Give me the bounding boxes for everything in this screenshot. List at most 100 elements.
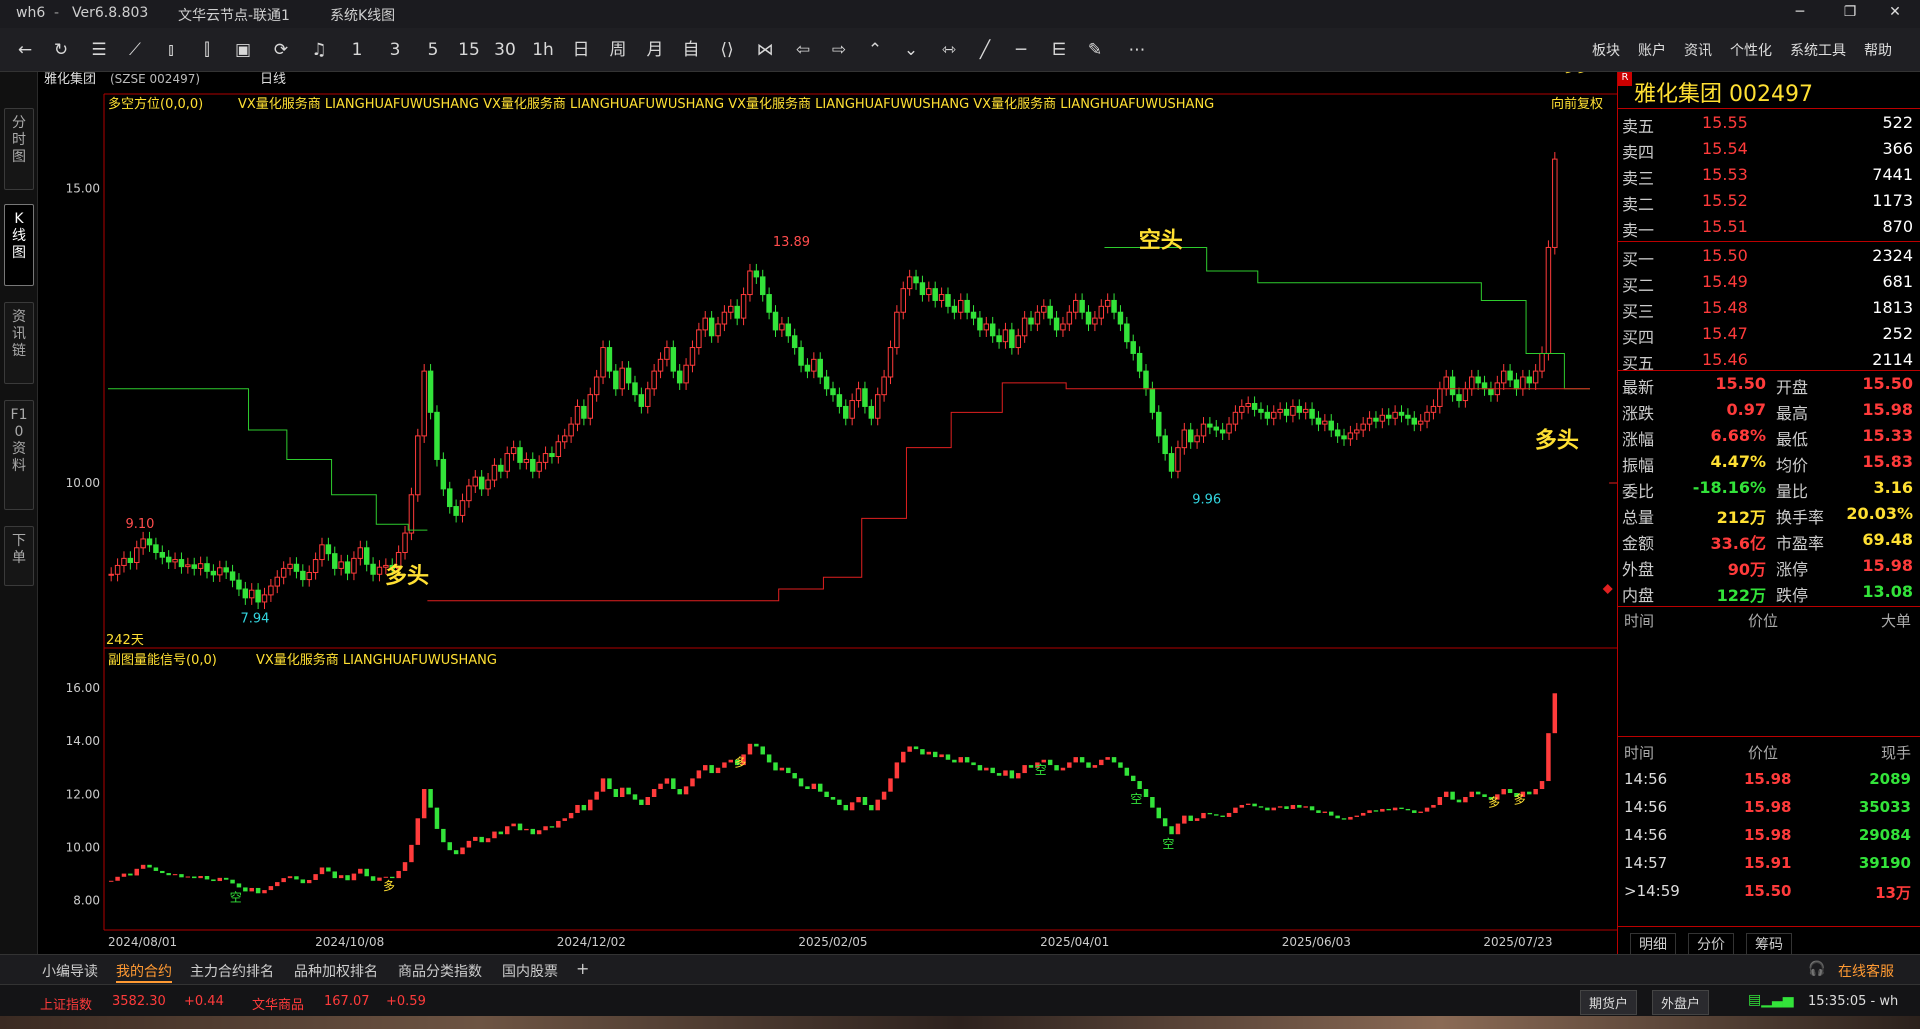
sub-bar xyxy=(977,765,983,771)
tab-news-chain[interactable]: 资讯链 xyxy=(4,302,34,384)
menu-news[interactable]: 资讯 xyxy=(1684,40,1712,60)
sub-bar xyxy=(894,762,900,779)
zoom-out-icon[interactable]: ⟨⟩ xyxy=(714,39,740,61)
sub-bar xyxy=(498,831,504,835)
interval-month[interactable]: 月 xyxy=(642,39,668,61)
alarm-icon[interactable]: ♫ xyxy=(306,39,332,61)
candle-body xyxy=(766,294,772,313)
level-volume: 1173 xyxy=(1872,191,1913,210)
sub-bar xyxy=(128,873,133,876)
sub-bar xyxy=(230,879,235,884)
sub-bar xyxy=(658,783,663,790)
tab-kline[interactable]: K线图 xyxy=(4,204,34,286)
candle-body xyxy=(600,347,606,378)
interval-3[interactable]: 3 xyxy=(382,39,408,61)
line-chart-icon[interactable]: ⟋ xyxy=(122,39,148,61)
pen-icon[interactable]: ✎ xyxy=(1082,39,1108,61)
interval-1h[interactable]: 1h xyxy=(530,39,556,61)
more-icon[interactable]: ⋯ xyxy=(1124,39,1150,61)
sub-signal-marker: 空 xyxy=(1130,792,1142,806)
down-icon[interactable]: ⌄ xyxy=(898,39,924,61)
interval-week[interactable]: 周 xyxy=(605,39,631,61)
candle-body xyxy=(1028,317,1034,325)
interval-15[interactable]: 15 xyxy=(456,39,482,61)
sub-bar xyxy=(792,773,797,779)
add-tab-button[interactable]: + xyxy=(576,959,589,978)
sub-bar xyxy=(990,767,995,774)
menu-system-tools[interactable]: 系统工具 xyxy=(1790,40,1846,60)
zoom-in-icon[interactable]: ⋈ xyxy=(752,39,778,61)
crosshair-icon[interactable]: ⇿ xyxy=(936,39,962,61)
sub-bar xyxy=(185,876,191,878)
chart-period[interactable]: 日线 xyxy=(260,72,286,87)
index1-change: +0.44 xyxy=(184,994,224,1009)
candle-body xyxy=(510,447,517,455)
candle-body xyxy=(581,405,587,419)
minimize-icon[interactable]: ─ xyxy=(1785,4,1815,20)
sub-bar xyxy=(1130,775,1136,782)
chart-window-icon[interactable]: ▣ xyxy=(230,39,256,61)
sub-bar xyxy=(1501,789,1506,795)
sync-icon[interactable]: ⟳ xyxy=(268,39,294,61)
btab-commodity-index[interactable]: 商品分类指数 xyxy=(398,961,482,981)
stat-value: 15.50 xyxy=(1715,374,1766,393)
sub-bar xyxy=(798,778,804,787)
btab-my-contracts[interactable]: 我的合约 xyxy=(116,961,172,983)
interval-day[interactable]: 日 xyxy=(568,39,594,61)
btab-domestic-stocks[interactable]: 国内股票 xyxy=(502,961,558,981)
main-indicator-label[interactable]: 多空方位(0,0,0) xyxy=(108,96,203,112)
menu-account[interactable]: 账户 xyxy=(1638,40,1666,60)
candle-body xyxy=(868,405,875,419)
up-icon[interactable]: ⌃ xyxy=(862,39,888,61)
sub-bar xyxy=(1175,823,1181,835)
btab-main-rank[interactable]: 主力合约排名 xyxy=(190,961,274,981)
sub-indicator-label[interactable]: 副图量能信号(0,0) xyxy=(108,653,217,668)
btab-weighted-rank[interactable]: 品种加权排名 xyxy=(294,961,378,981)
list-icon[interactable]: ☰ xyxy=(86,39,112,61)
stat-value: 13.08 xyxy=(1862,582,1913,601)
candle-body xyxy=(817,358,823,378)
panel-tab-price[interactable]: 分价 xyxy=(1688,933,1734,955)
online-service[interactable]: 在线客服 xyxy=(1838,961,1894,981)
tab-f10[interactable]: F10资料 xyxy=(4,400,34,510)
adjust-mode[interactable]: 向前复权 xyxy=(1551,96,1603,112)
panel-tab-detail[interactable]: 明细 xyxy=(1630,933,1676,955)
candle-body xyxy=(255,589,261,603)
sub-bar xyxy=(255,887,261,894)
menu-sector[interactable]: 板块 xyxy=(1592,40,1620,60)
draw-line-icon[interactable]: ╱ xyxy=(972,39,998,61)
refresh-icon[interactable]: ↻ xyxy=(48,39,74,61)
sub-bar xyxy=(817,783,823,792)
futures-account-button[interactable]: 期货户 xyxy=(1580,990,1638,1015)
close-icon[interactable]: ✕ xyxy=(1880,4,1910,20)
candle-body xyxy=(1053,317,1060,331)
menu-personalize[interactable]: 个性化 xyxy=(1730,40,1772,60)
candle-icon[interactable]: ⫿ xyxy=(194,39,220,61)
prev-icon[interactable]: ⇦ xyxy=(790,39,816,61)
hline-icon[interactable]: ─ xyxy=(1008,39,1034,61)
candle-body xyxy=(881,376,887,396)
sub-bar xyxy=(1194,818,1200,821)
back-icon[interactable]: ← xyxy=(12,39,38,61)
interval-5[interactable]: 5 xyxy=(420,39,446,61)
kline-chart[interactable]: 9.107.9413.899.9615.98多头多头空头 空多多空空空多多多多 … xyxy=(38,72,1617,954)
next-icon[interactable]: ⇨ xyxy=(826,39,852,61)
sub-bar xyxy=(1437,797,1443,805)
candle-body xyxy=(478,476,485,490)
btab-guide[interactable]: 小编导读 xyxy=(42,961,98,981)
restore-icon[interactable]: ❐ xyxy=(1835,4,1865,20)
candle-body xyxy=(1085,311,1092,325)
tick-volume: 13万 xyxy=(1875,884,1911,902)
interval-1[interactable]: 1 xyxy=(344,39,370,61)
interval-custom[interactable]: 自 xyxy=(678,39,704,61)
foreign-account-button[interactable]: 外盘户 xyxy=(1652,990,1710,1015)
tab-order[interactable]: 下单 xyxy=(4,526,34,586)
headset-icon[interactable]: 🎧 xyxy=(1808,961,1825,977)
bar-chart-icon[interactable]: ⫾ xyxy=(158,39,184,61)
interval-30[interactable]: 30 xyxy=(492,39,518,61)
candle-body xyxy=(1258,408,1264,413)
panel-tab-chips[interactable]: 筹码 xyxy=(1746,933,1792,955)
tab-timeshare[interactable]: 分时图 xyxy=(4,108,34,190)
fib-icon[interactable]: ⋿ xyxy=(1046,39,1072,61)
menu-help[interactable]: 帮助 xyxy=(1864,40,1892,60)
